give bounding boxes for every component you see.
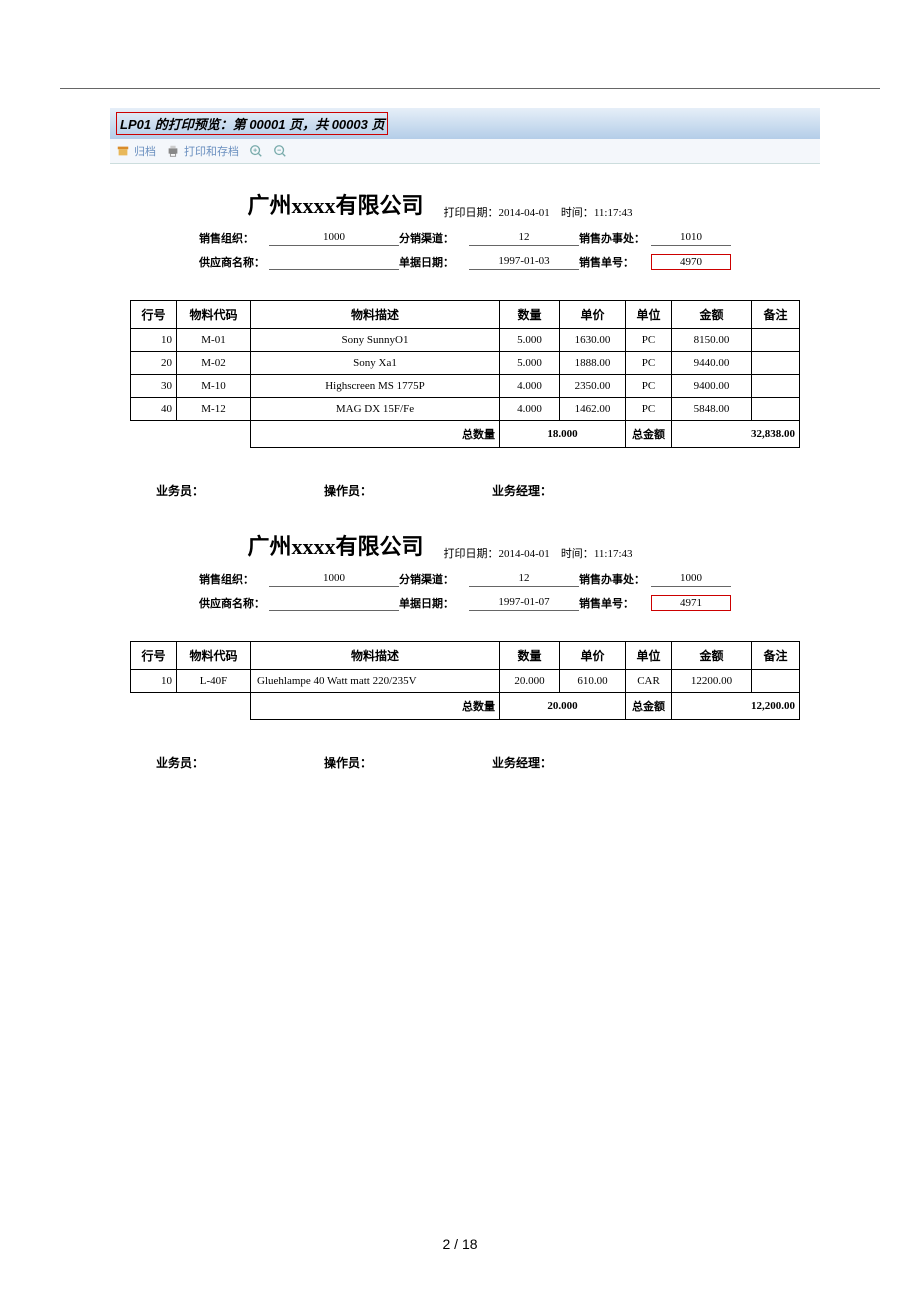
- sales-no-value: 4970: [651, 254, 731, 270]
- title-prefix: LP01: [120, 117, 151, 132]
- header-fields: 销售组织： 1000 分销渠道： 12 销售办事处： 1010 供应商名称： 单…: [130, 230, 800, 270]
- header-fields: 销售组织： 1000 分销渠道： 12 销售办事处： 1000 供应商名称： 单…: [130, 571, 800, 611]
- top-divider: [60, 88, 880, 89]
- doc-date-value: 1997-01-03: [469, 254, 579, 270]
- toolbar: 归档 打印和存档: [110, 139, 820, 164]
- zoom-out-button[interactable]: [273, 144, 287, 158]
- company-name: 广州xxxx有限公司: [247, 188, 423, 220]
- window-titlebar: LP01 的打印预览：第 00001 页，共 00003 页: [110, 108, 820, 139]
- items-table: 行号 物料代码 物料描述 数量 单价 单位 金额 备注 10M-01Sony S…: [130, 300, 800, 448]
- sales-org-value: 1000: [269, 230, 399, 246]
- total-row: 总数量 20.000 总金额 12,200.00: [131, 693, 800, 720]
- zoom-out-icon: [273, 144, 287, 158]
- archive-button[interactable]: 归档: [116, 143, 156, 159]
- table-row: 40M-12MAG DX 15F/Fe4.0001462.00PC5848.00: [131, 398, 800, 421]
- channel-value: 12: [469, 571, 579, 587]
- title-total: 00003: [332, 117, 368, 132]
- office-value: 1010: [651, 230, 731, 246]
- title-page: 00001: [249, 117, 285, 132]
- document-area: 广州xxxx有限公司 打印日期：2014-04-01 时间：11:17:43 销…: [110, 164, 820, 771]
- doc-date-value: 1997-01-07: [469, 595, 579, 611]
- table-row: 10M-01Sony SunnyO15.0001630.00PC8150.00: [131, 329, 800, 352]
- zoom-in-button[interactable]: [249, 144, 263, 158]
- page-footer: 2 / 18: [0, 1236, 920, 1252]
- signatures: 业务员： 操作员： 业务经理：: [130, 754, 800, 771]
- channel-value: 12: [469, 230, 579, 246]
- zoom-in-icon: [249, 144, 263, 158]
- sales-no-value: 4971: [651, 595, 731, 611]
- signatures: 业务员： 操作员： 业务经理：: [130, 482, 800, 499]
- office-value: 1000: [651, 571, 731, 587]
- order-block: 广州xxxx有限公司 打印日期：2014-04-01 时间：11:17:43 销…: [130, 188, 800, 499]
- print-meta: 打印日期：2014-04-01 时间：11:17:43: [443, 545, 632, 561]
- printer-icon: [166, 144, 180, 158]
- archive-icon: [116, 144, 130, 158]
- total-row: 总数量 18.000 总金额 32,838.00: [131, 421, 800, 448]
- sales-org-value: 1000: [269, 571, 399, 587]
- table-row: 20M-02Sony Xa15.0001888.00PC9440.00: [131, 352, 800, 375]
- supplier-value: [269, 254, 399, 270]
- print-save-button[interactable]: 打印和存档: [166, 143, 239, 159]
- company-name: 广州xxxx有限公司: [247, 529, 423, 561]
- supplier-value: [269, 595, 399, 611]
- items-table: 行号 物料代码 物料描述 数量 单价 单位 金额 备注 10L-40FGlueh…: [130, 641, 800, 720]
- table-row: 10L-40FGluehlampe 40 Watt matt 220/235V2…: [131, 670, 800, 693]
- print-preview-window: LP01 的打印预览：第 00001 页，共 00003 页 归档 打印和存档 …: [110, 108, 820, 801]
- order-block: 广州xxxx有限公司 打印日期：2014-04-01 时间：11:17:43 销…: [130, 529, 800, 771]
- table-row: 30M-10Highscreen MS 1775P4.0002350.00PC9…: [131, 375, 800, 398]
- print-meta: 打印日期：2014-04-01 时间：11:17:43: [443, 204, 632, 220]
